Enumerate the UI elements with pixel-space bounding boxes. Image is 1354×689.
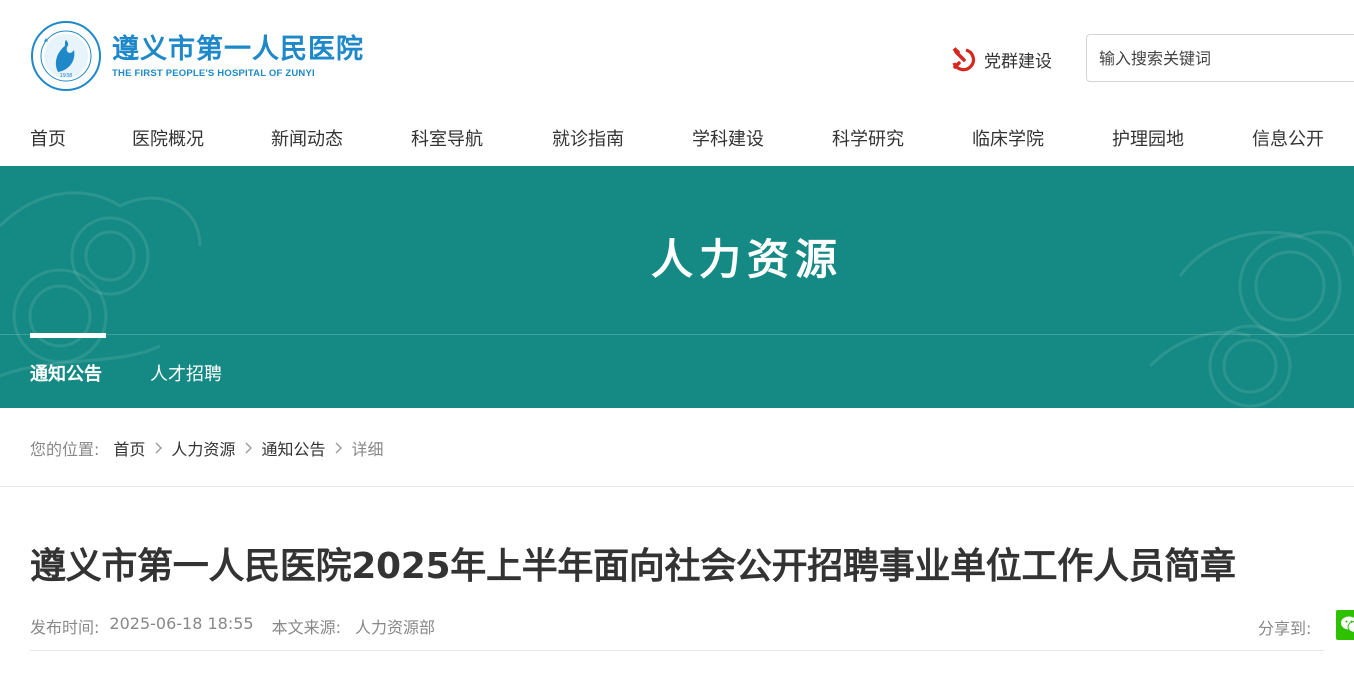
nav-item-departments[interactable]: 科室导航 — [411, 125, 483, 151]
nav-item-clinical-college[interactable]: 临床学院 — [972, 125, 1044, 151]
party-building-link[interactable]: 党群建设 — [950, 46, 1052, 72]
banner-divider — [0, 334, 1354, 335]
hospital-logo[interactable]: 1938 遵义市第一人民医院 THE FIRST PEOPLE'S HOSPIT… — [30, 20, 364, 92]
breadcrumb-prefix: 您的位置: — [30, 440, 100, 459]
logo-english-name: THE FIRST PEOPLE'S HOSPITAL OF ZUNYI — [112, 67, 315, 79]
logo-chinese-name: 遵义市第一人民医院 — [112, 33, 364, 65]
nav-item-nursing[interactable]: 护理园地 — [1112, 125, 1184, 151]
nav-item-discipline[interactable]: 学科建设 — [692, 125, 764, 151]
nav-item-research[interactable]: 科学研究 — [832, 125, 904, 151]
share-label: 分享到: — [1258, 619, 1312, 638]
article-meta-divider — [30, 650, 1324, 651]
wechat-share-button[interactable] — [1336, 610, 1354, 640]
party-building-label: 党群建设 — [984, 51, 1052, 72]
svg-text:1938: 1938 — [60, 73, 73, 79]
breadcrumb-home[interactable]: 首页 — [113, 436, 145, 460]
active-tab-indicator — [30, 333, 106, 338]
breadcrumb-current: 详细 — [351, 440, 384, 459]
publish-time: 2025-06-18 18:55 — [109, 614, 254, 633]
breadcrumb-human-resources[interactable]: 人力资源 — [171, 436, 235, 460]
publish-time-label: 发布时间: — [30, 618, 100, 637]
tab-notices[interactable]: 通知公告 — [30, 360, 102, 386]
source-label: 本文来源: — [271, 618, 341, 637]
tab-recruitment[interactable]: 人才招聘 — [150, 360, 222, 386]
search-box — [1086, 34, 1354, 82]
nav-item-news[interactable]: 新闻动态 — [271, 125, 343, 151]
header: 1938 遵义市第一人民医院 THE FIRST PEOPLE'S HOSPIT… — [0, 0, 1354, 108]
nav-item-info-disclosure[interactable]: 信息公开 — [1252, 125, 1324, 151]
main-nav: 首页 医院概况 新闻动态 科室导航 就诊指南 学科建设 科学研究 临床学院 护理… — [0, 108, 1354, 166]
article-title: 遵义市第一人民医院2025年上半年面向社会公开招聘事业单位工作人员简章 — [30, 546, 1236, 587]
hammer-sickle-icon — [952, 47, 976, 72]
section-banner: 人力资源 通知公告 人才招聘 — [0, 166, 1354, 408]
breadcrumb-notices[interactable]: 通知公告 — [261, 436, 325, 460]
wechat-icon — [1341, 616, 1354, 633]
chevron-right-icon — [335, 442, 343, 454]
breadcrumb: 您的位置: 首页 人力资源 通知公告 详细 — [30, 436, 383, 460]
hospital-emblem-icon: 1938 — [31, 21, 101, 91]
chevron-right-icon — [155, 442, 163, 454]
nav-item-visit-guide[interactable]: 就诊指南 — [552, 125, 624, 151]
article-source: 人力资源部 — [355, 618, 436, 637]
nav-item-home[interactable]: 首页 — [30, 125, 66, 151]
article-meta: 发布时间: 2025-06-18 18:55 本文来源: 人力资源部 — [30, 614, 435, 638]
section-title: 人力资源 — [650, 235, 843, 284]
chevron-right-icon — [245, 442, 253, 454]
breadcrumb-divider — [0, 486, 1354, 487]
search-input[interactable] — [1087, 35, 1354, 81]
nav-item-hospital-overview[interactable]: 医院概况 — [132, 125, 204, 151]
